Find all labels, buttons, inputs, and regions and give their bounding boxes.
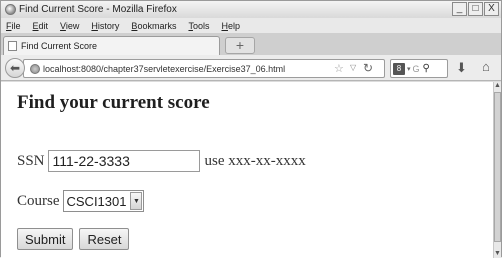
menu-tools[interactable]: Tools (188, 21, 209, 31)
tab-find-current-score[interactable]: Find Current Score (3, 36, 220, 55)
menu-help[interactable]: Help (221, 21, 240, 31)
minimize-button[interactable]: _ (452, 2, 467, 16)
search-hint: G (412, 63, 420, 74)
course-row: Course CSCI1301 ▼ (17, 190, 145, 212)
menu-bookmarks[interactable]: Bookmarks (131, 21, 176, 31)
magnifier-icon[interactable]: ⚲ (423, 63, 430, 74)
url-dropdown-icon[interactable]: ▽ (350, 63, 356, 72)
window-title: Find Current Score - Mozilla Firefox (19, 4, 177, 15)
menu-file[interactable]: File (6, 21, 21, 31)
navigation-bar: localhost:8080/chapter37servletexercise/… (1, 55, 501, 81)
ssn-label: SSN (17, 152, 45, 169)
scroll-up-icon[interactable]: ▲ (494, 82, 501, 89)
submit-button[interactable]: Submit (17, 228, 74, 250)
back-arrow-icon: ⬅ (9, 61, 21, 75)
new-tab-button[interactable]: + (225, 37, 255, 54)
firefox-icon (5, 4, 16, 15)
ssn-input[interactable] (47, 150, 200, 172)
star-icon[interactable]: ☆ (334, 62, 344, 75)
form-buttons: Submit Reset (17, 228, 130, 250)
menu-view[interactable]: View (60, 21, 79, 31)
tab-strip: Find Current Score + (1, 33, 501, 55)
page-title: Find your current score (17, 92, 210, 113)
course-select[interactable]: CSCI1301 ▼ (62, 190, 145, 212)
course-label: Course (17, 192, 60, 209)
page-content: Find your current score SSN use xxx-xx-x… (1, 82, 493, 258)
scrollbar-thumb[interactable] (494, 92, 501, 242)
download-icon[interactable]: ⬇ (456, 60, 467, 76)
browser-window: Find Current Score - Mozilla Firefox _ □… (0, 0, 502, 258)
menu-bar: File Edit View History Bookmarks Tools H… (1, 18, 501, 33)
maximize-button[interactable]: □ (468, 2, 483, 16)
page-icon (8, 41, 17, 51)
search-box[interactable]: 8 ▾ G ⚲ (390, 59, 448, 78)
title-bar: Find Current Score - Mozilla Firefox _ □… (1, 1, 501, 18)
url-bar[interactable]: localhost:8080/chapter37servletexercise/… (23, 59, 385, 78)
back-button[interactable]: ⬅ (5, 58, 25, 78)
search-engine-dropdown-icon[interactable]: ▾ (407, 65, 411, 73)
home-icon[interactable]: ⌂ (482, 59, 490, 74)
tab-label: Find Current Score (21, 41, 98, 51)
url-text: localhost:8080/chapter37servletexercise/… (43, 63, 286, 74)
menu-edit[interactable]: Edit (33, 21, 49, 31)
vertical-scrollbar[interactable]: ▲ ▼ (493, 82, 501, 258)
chevron-down-icon[interactable]: ▼ (130, 192, 143, 210)
reset-button[interactable]: Reset (79, 228, 130, 250)
window-controls: _ □ X (452, 2, 499, 16)
scroll-down-icon[interactable]: ▼ (494, 250, 501, 257)
course-selected-value: CSCI1301 (66, 193, 127, 209)
menu-history[interactable]: History (91, 21, 119, 31)
close-button[interactable]: X (484, 2, 499, 16)
ssn-row: SSN use xxx-xx-xxxx (17, 150, 306, 172)
reload-icon[interactable]: ↻ (363, 61, 373, 75)
search-engine-icon[interactable]: 8 (393, 62, 405, 75)
globe-icon (30, 63, 40, 74)
ssn-format-hint: use xxx-xx-xxxx (204, 152, 306, 169)
